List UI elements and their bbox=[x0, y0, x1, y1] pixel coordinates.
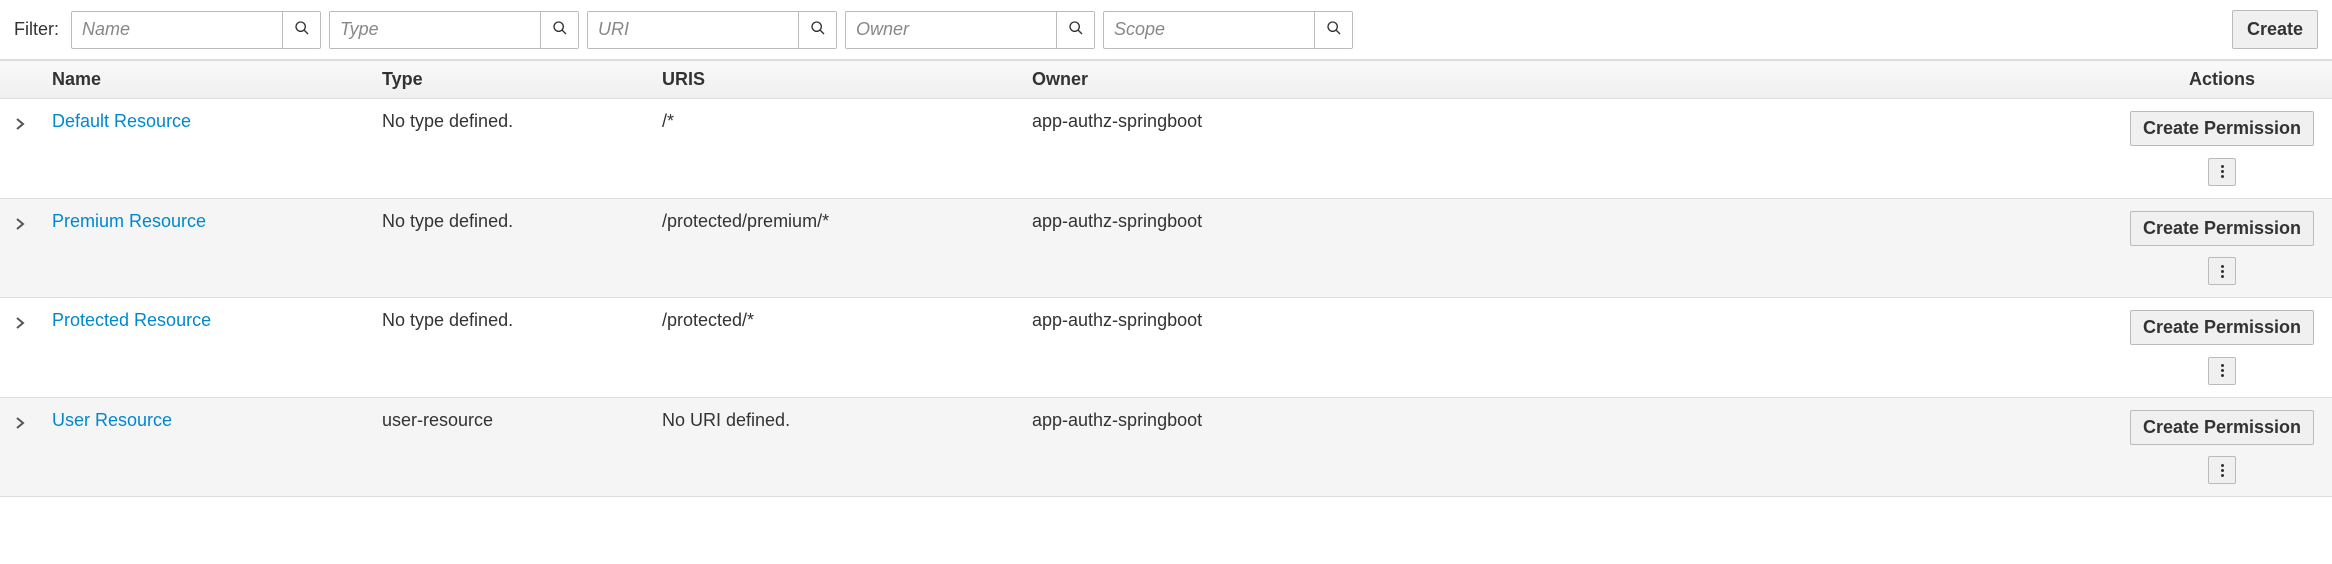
table-row: User Resource user-resource No URI defin… bbox=[0, 397, 2332, 497]
filter-bar: Filter: bbox=[0, 0, 2332, 60]
filter-scope-input[interactable] bbox=[1104, 12, 1314, 48]
table-header-uris: URIS bbox=[650, 61, 1020, 99]
create-button[interactable]: Create bbox=[2232, 10, 2318, 49]
kebab-icon bbox=[2221, 364, 2224, 377]
row-actions-menu-button[interactable] bbox=[2208, 357, 2236, 385]
filter-owner-group bbox=[845, 11, 1095, 49]
table-row: Premium Resource No type defined. /prote… bbox=[0, 198, 2332, 298]
search-icon bbox=[552, 20, 568, 39]
table-header-name: Name bbox=[40, 61, 370, 99]
cell-actions: Create Permission bbox=[2112, 198, 2332, 298]
filter-scope-group bbox=[1103, 11, 1353, 49]
search-icon bbox=[294, 20, 310, 39]
filter-owner-input[interactable] bbox=[846, 12, 1056, 48]
table-header-expand bbox=[0, 61, 40, 99]
cell-name: Default Resource bbox=[40, 99, 370, 199]
cell-uris: No URI defined. bbox=[650, 397, 1020, 497]
kebab-icon bbox=[2221, 265, 2224, 278]
cell-type: No type defined. bbox=[370, 198, 650, 298]
create-permission-button[interactable]: Create Permission bbox=[2130, 211, 2314, 246]
filter-type-group bbox=[329, 11, 579, 49]
filter-type-input[interactable] bbox=[330, 12, 540, 48]
expand-toggle[interactable] bbox=[0, 397, 40, 497]
expand-toggle[interactable] bbox=[0, 298, 40, 398]
resources-table: Name Type URIS Owner Actions Default Res… bbox=[0, 60, 2332, 497]
chevron-right-icon bbox=[15, 414, 25, 435]
filter-uri-input[interactable] bbox=[588, 12, 798, 48]
filter-uri-group bbox=[587, 11, 837, 49]
expand-toggle[interactable] bbox=[0, 99, 40, 199]
filter-name-input[interactable] bbox=[72, 12, 282, 48]
filter-type-search-button[interactable] bbox=[540, 12, 578, 48]
cell-name: Premium Resource bbox=[40, 198, 370, 298]
search-icon bbox=[1068, 20, 1084, 39]
table-header-row: Name Type URIS Owner Actions bbox=[0, 61, 2332, 99]
filter-owner-search-button[interactable] bbox=[1056, 12, 1094, 48]
resource-link[interactable]: Default Resource bbox=[52, 111, 191, 131]
chevron-right-icon bbox=[15, 115, 25, 136]
resource-link[interactable]: Premium Resource bbox=[52, 211, 206, 231]
create-permission-button[interactable]: Create Permission bbox=[2130, 310, 2314, 345]
row-actions-menu-button[interactable] bbox=[2208, 456, 2236, 484]
cell-name: User Resource bbox=[40, 397, 370, 497]
expand-toggle[interactable] bbox=[0, 198, 40, 298]
create-permission-button[interactable]: Create Permission bbox=[2130, 111, 2314, 146]
cell-uris: /protected/* bbox=[650, 298, 1020, 398]
chevron-right-icon bbox=[15, 314, 25, 335]
chevron-right-icon bbox=[15, 215, 25, 236]
filter-label: Filter: bbox=[14, 19, 59, 40]
cell-owner: app-authz-springboot bbox=[1020, 298, 2112, 398]
cell-type: No type defined. bbox=[370, 99, 650, 199]
cell-uris: /* bbox=[650, 99, 1020, 199]
create-permission-button[interactable]: Create Permission bbox=[2130, 410, 2314, 445]
kebab-icon bbox=[2221, 165, 2224, 178]
cell-name: Protected Resource bbox=[40, 298, 370, 398]
table-header-actions: Actions bbox=[2112, 61, 2332, 99]
cell-owner: app-authz-springboot bbox=[1020, 99, 2112, 199]
cell-type: user-resource bbox=[370, 397, 650, 497]
table-header-type: Type bbox=[370, 61, 650, 99]
filter-uri-search-button[interactable] bbox=[798, 12, 836, 48]
resource-link[interactable]: Protected Resource bbox=[52, 310, 211, 330]
row-actions-menu-button[interactable] bbox=[2208, 158, 2236, 186]
filter-name-search-button[interactable] bbox=[282, 12, 320, 48]
search-icon bbox=[1326, 20, 1342, 39]
cell-actions: Create Permission bbox=[2112, 298, 2332, 398]
cell-actions: Create Permission bbox=[2112, 397, 2332, 497]
search-icon bbox=[810, 20, 826, 39]
table-row: Default Resource No type defined. /* app… bbox=[0, 99, 2332, 199]
table-header-owner: Owner bbox=[1020, 61, 2112, 99]
resource-link[interactable]: User Resource bbox=[52, 410, 172, 430]
cell-owner: app-authz-springboot bbox=[1020, 198, 2112, 298]
cell-owner: app-authz-springboot bbox=[1020, 397, 2112, 497]
cell-type: No type defined. bbox=[370, 298, 650, 398]
table-row: Protected Resource No type defined. /pro… bbox=[0, 298, 2332, 398]
kebab-icon bbox=[2221, 464, 2224, 477]
row-actions-menu-button[interactable] bbox=[2208, 257, 2236, 285]
cell-actions: Create Permission bbox=[2112, 99, 2332, 199]
cell-uris: /protected/premium/* bbox=[650, 198, 1020, 298]
filter-name-group bbox=[71, 11, 321, 49]
filter-scope-search-button[interactable] bbox=[1314, 12, 1352, 48]
